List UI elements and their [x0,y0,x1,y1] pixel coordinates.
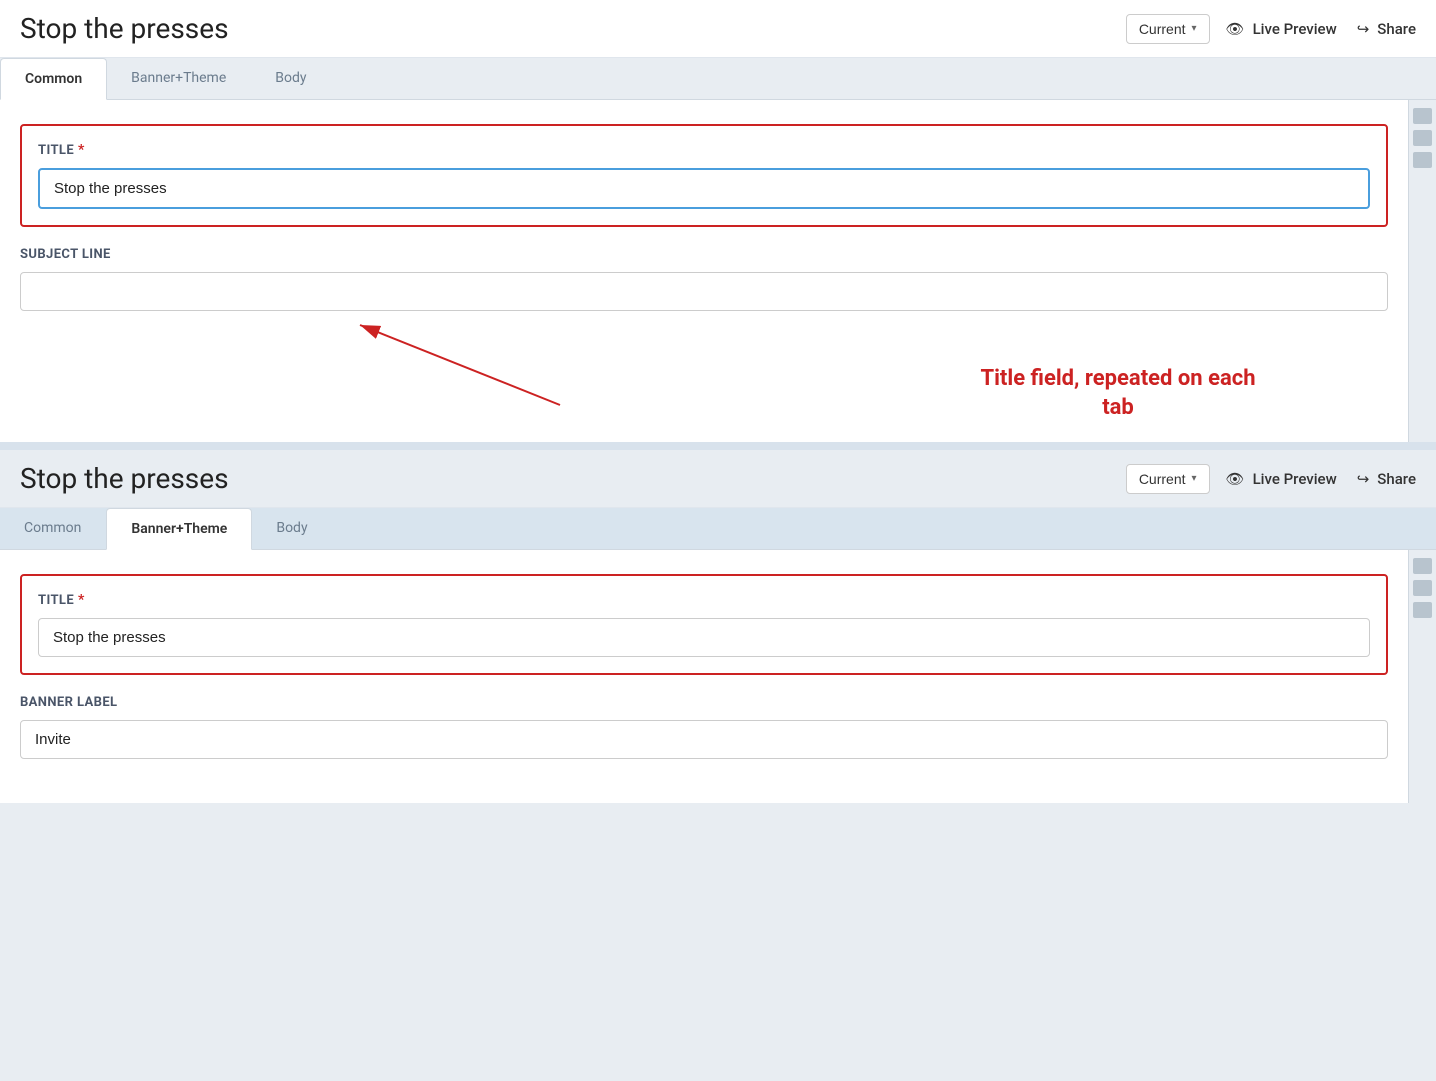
bottom-strip-bar-2 [1413,580,1432,596]
top-header: Stop the presses Current ▾ 👁 Live Previe… [0,0,1436,58]
bottom-tabs-bar: Common Banner+Theme Body [0,508,1436,550]
panel-divider [0,442,1436,450]
tab-body-top[interactable]: Body [251,58,331,99]
top-title-label: Title * [38,142,1370,158]
bottom-strip-bar-3 [1413,602,1432,618]
bottom-share-button[interactable]: ↪ Share [1357,470,1416,488]
bottom-banner-label: Banner Label [20,695,1388,710]
top-content-body: Title * Subject Line [0,100,1408,355]
strip-bar-1 [1413,108,1432,124]
top-title-input[interactable] [38,168,1370,209]
eye-icon: 👁 [1226,20,1245,38]
bottom-share-icon: ↪ [1357,470,1370,488]
top-right-strip [1408,100,1436,442]
header-right-actions: 👁 Live Preview ↪ Share [1226,20,1416,38]
strip-bar-3 [1413,152,1432,168]
top-tabs-bar: Common Banner+Theme Body [0,58,1436,100]
bottom-share-label: Share [1377,470,1416,488]
bottom-title-field-section: Title * [20,574,1388,675]
bottom-content-body: Title * Banner Label [0,550,1408,803]
bottom-right-strip [1408,550,1436,803]
live-preview-label: Live Preview [1253,20,1337,38]
top-title-required: * [78,142,85,158]
live-preview-button[interactable]: 👁 Live Preview [1226,20,1337,38]
bottom-title-input[interactable] [38,618,1370,657]
bottom-chevron-down-icon: ▾ [1192,473,1197,484]
top-subject-label: Subject Line [20,247,1388,262]
bottom-strip-bar-1 [1413,558,1432,574]
share-icon: ↪ [1357,20,1370,38]
bottom-page-title: Stop the presses [20,462,1110,495]
tab-common-bottom[interactable]: Common [0,508,106,549]
share-button[interactable]: ↪ Share [1357,20,1416,38]
share-label: Share [1377,20,1416,38]
bottom-title-label: Title * [38,592,1370,608]
bottom-header-right-actions: 👁 Live Preview ↪ Share [1226,470,1416,488]
bottom-banner-label-input[interactable] [20,720,1388,759]
tab-common-top[interactable]: Common [0,58,107,100]
top-title-field-section: Title * [20,124,1388,227]
bottom-live-preview-label: Live Preview [1253,470,1337,488]
annotation-area: Title field, repeated on each tab [0,355,1408,442]
bottom-content-area: Title * Banner Label [0,550,1436,803]
chevron-down-icon: ▾ [1192,23,1197,34]
bottom-eye-icon: 👁 [1226,470,1245,488]
bottom-header: Stop the presses Current ▾ 👁 Live Previe… [0,450,1436,508]
bottom-title-required: * [78,592,85,608]
strip-bar-2 [1413,130,1432,146]
annotation-text: Title field, repeated on each tab [968,365,1268,422]
bottom-live-preview-button[interactable]: 👁 Live Preview [1226,470,1337,488]
bottom-banner-label-group: Banner Label [20,695,1388,759]
tab-banner-theme-top[interactable]: Banner+Theme [107,58,251,99]
version-label: Current [1139,21,1186,37]
top-content-area: Title * Subject Line [0,100,1436,442]
tab-banner-theme-bottom[interactable]: Banner+Theme [106,508,252,550]
top-subject-input[interactable] [20,272,1388,311]
bottom-version-dropdown[interactable]: Current ▾ [1126,464,1210,494]
bottom-version-label: Current [1139,471,1186,487]
version-dropdown[interactable]: Current ▾ [1126,14,1210,44]
page-title: Stop the presses [20,12,1110,45]
top-subject-line-group: Subject Line [20,247,1388,311]
tab-body-bottom[interactable]: Body [252,508,332,549]
